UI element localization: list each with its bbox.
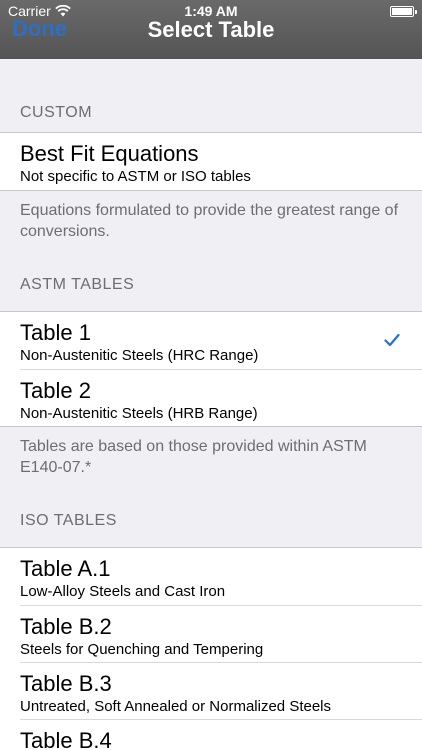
battery-level	[392, 8, 412, 15]
row-title: Table B.4	[20, 728, 112, 750]
list-item-table-b4[interactable]: Table B.4	[20, 719, 422, 750]
row-title: Best Fit Equations	[20, 141, 199, 166]
section-group-iso: Table A.1 Low-Alloy Steels and Cast Iron…	[0, 547, 422, 750]
section-group-astm: Table 1 Non-Austenitic Steels (HRC Range…	[0, 311, 422, 427]
list-item-table-b2[interactable]: Table B.2 Steels for Quenching and Tempe…	[20, 605, 422, 662]
row-title: Table B.2	[20, 614, 112, 639]
section-footer-astm: Tables are based on those provided withi…	[20, 438, 367, 476]
list-item-best-fit-equations[interactable]: Best Fit Equations Not specific to ASTM …	[0, 133, 422, 190]
list-item-table-b3[interactable]: Table B.3 Untreated, Soft Annealed or No…	[20, 662, 422, 719]
section-footer-custom: Equations formulated to provide the grea…	[20, 202, 399, 240]
row-subtitle: Non-Austenitic Steels (HRC Range)	[20, 347, 259, 364]
row-title: Table 1	[20, 320, 91, 345]
list-item-table-1[interactable]: Table 1 Non-Austenitic Steels (HRC Range…	[0, 312, 422, 369]
checkmark-icon	[384, 333, 400, 347]
row-subtitle: Not specific to ASTM or ISO tables	[20, 168, 251, 185]
section-header-astm: ASTM TABLES	[20, 276, 135, 293]
row-title: Table B.3	[20, 671, 112, 696]
list-item-table-2[interactable]: Table 2 Non-Austenitic Steels (HRB Range…	[20, 369, 422, 426]
row-title: Table 2	[20, 378, 91, 403]
section-header-iso: ISO TABLES	[20, 512, 117, 529]
row-subtitle: Low-Alloy Steels and Cast Iron	[20, 583, 226, 600]
row-subtitle: Steels for Quenching and Tempering	[20, 641, 264, 658]
battery-icon	[390, 6, 417, 17]
row-title: Table A.1	[20, 556, 111, 581]
row-subtitle: Untreated, Soft Annealed or Normalized S…	[20, 698, 332, 715]
list-item-table-a1[interactable]: Table A.1 Low-Alloy Steels and Cast Iron	[0, 548, 422, 605]
page-title: Select Table	[147, 17, 275, 42]
navigation-bar: Carrier 1:49 AM Done Select Table	[0, 0, 422, 59]
section-header-custom: CUSTOM	[20, 104, 93, 121]
section-group-custom: Best Fit Equations Not specific to ASTM …	[0, 132, 422, 191]
table-list[interactable]: CUSTOM Best Fit Equations Not specific t…	[0, 59, 422, 750]
row-subtitle: Non-Austenitic Steels (HRB Range)	[20, 405, 258, 422]
